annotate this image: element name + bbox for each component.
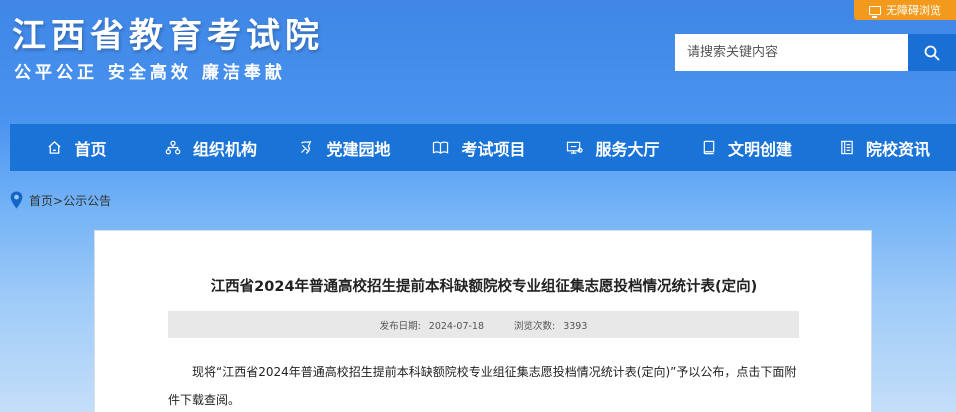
org-chart-icon — [165, 140, 181, 155]
accessibility-label: 无障碍浏览 — [886, 4, 941, 17]
article-panel: 江西省2024年普通高校招生提前本科缺额院校专业组征集志愿投档情况统计表(定向)… — [94, 230, 872, 412]
article-title: 江西省2024年普通高校招生提前本科缺额院校专业组征集志愿投档情况统计表(定向) — [210, 279, 758, 295]
site-title: 江西省教育考试院 — [12, 16, 324, 56]
nav-item-party[interactable]: 党建园地 — [278, 124, 412, 171]
nav-item-home[interactable]: 首页 — [10, 124, 144, 171]
service-icon — [567, 141, 584, 154]
nav-label: 首页 — [74, 139, 107, 159]
news-icon — [841, 140, 853, 155]
article-meta: 发布日期: 2024-07-18 浏览次数: 3393 — [168, 311, 799, 338]
article-body: 现将“江西省2024年普通高校招生提前本科缺额院校专业组征集志愿投档情况统计表(… — [168, 365, 797, 407]
view-count: 3393 — [563, 320, 588, 332]
book-icon — [433, 141, 449, 154]
document-icon — [703, 140, 715, 155]
publish-date: 2024-07-18 — [428, 320, 485, 332]
location-pin-icon — [10, 191, 23, 209]
nav-label: 组织机构 — [192, 139, 257, 159]
nav-label: 文明创建 — [727, 139, 792, 159]
breadcrumb-separator: > — [53, 193, 64, 208]
nav-item-exams[interactable]: 考试项目 — [412, 124, 546, 171]
breadcrumb: 首页>公示公告 — [10, 191, 111, 209]
search-icon — [924, 45, 940, 60]
nav-item-service-hall[interactable]: 服务大厅 — [546, 124, 680, 171]
nav-label: 党建园地 — [326, 139, 391, 159]
search-button[interactable] — [908, 34, 956, 71]
search-input[interactable] — [675, 34, 908, 71]
nav-item-organization[interactable]: 组织机构 — [144, 124, 278, 171]
site-header: 江西省教育考试院 公平公正 安全高效 廉洁奉献 无障碍浏览 — [0, 0, 956, 118]
main-nav: 首页 组织机构 党建园地 考试项目 服务大厅 文明创建 院校资讯 — [10, 124, 956, 171]
nav-item-college-news[interactable]: 院校资讯 — [814, 124, 956, 171]
nav-item-civilization[interactable]: 文明创建 — [680, 124, 814, 171]
home-icon — [48, 140, 62, 154]
nav-label: 考试项目 — [461, 139, 526, 159]
site-slogan: 公平公正 安全高效 廉洁奉献 — [14, 63, 286, 83]
views-label: 浏览次数: — [514, 320, 556, 332]
nav-label: 院校资讯 — [865, 139, 930, 159]
date-label: 发布日期: — [379, 320, 421, 332]
nav-label: 服务大厅 — [595, 139, 660, 159]
monitor-icon — [869, 5, 881, 18]
breadcrumb-current-link[interactable]: 公示公告 — [63, 194, 111, 208]
breadcrumb-home-link[interactable]: 首页 — [29, 194, 53, 208]
party-icon — [301, 140, 312, 154]
accessibility-button[interactable]: 无障碍浏览 — [854, 0, 956, 20]
